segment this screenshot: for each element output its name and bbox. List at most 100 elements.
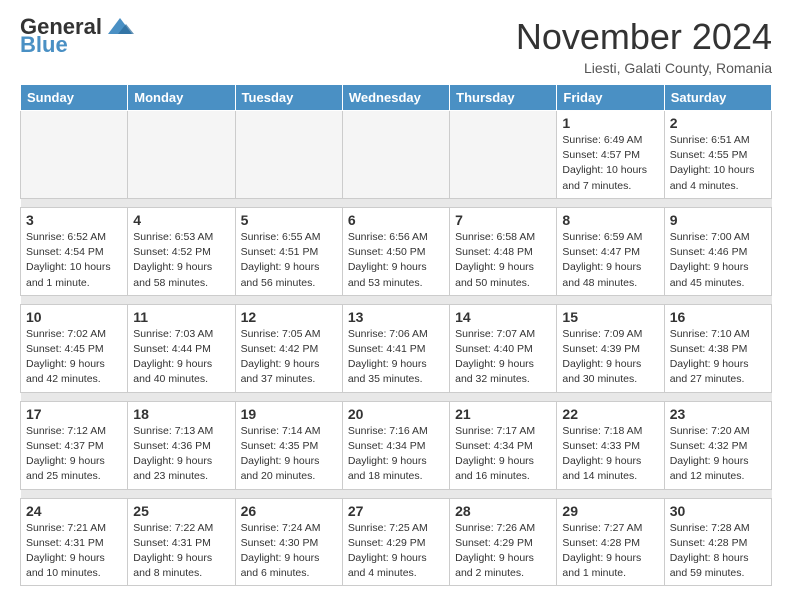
day-number: 4 bbox=[133, 212, 229, 228]
table-row: 21Sunrise: 7:17 AMSunset: 4:34 PMDayligh… bbox=[450, 401, 557, 489]
col-saturday: Saturday bbox=[664, 85, 771, 111]
table-row: 5 Sunrise: 6:55 AMSunset: 4:51 PMDaylight… bbox=[235, 207, 342, 295]
day-info: Sunrise: 7:27 AMSunset: 4:28 PMDaylight:… bbox=[562, 521, 658, 582]
day-info: Sunrise: 6:49 AMSunset: 4:57 PMDaylight:… bbox=[562, 133, 658, 194]
day-info: Sunrise: 7:18 AMSunset: 4:33 PMDaylight:… bbox=[562, 424, 658, 485]
title-block: November 2024 Liesti, Galati County, Rom… bbox=[516, 16, 772, 76]
day-info: Sunrise: 7:24 AMSunset: 4:30 PMDaylight:… bbox=[241, 521, 337, 582]
table-row bbox=[342, 111, 449, 199]
day-info: Sunrise: 7:09 AMSunset: 4:39 PMDaylight:… bbox=[562, 327, 658, 388]
logo-blue-text: Blue bbox=[20, 34, 68, 56]
day-info: Sunrise: 7:17 AMSunset: 4:34 PMDaylight:… bbox=[455, 424, 551, 485]
day-info: Sunrise: 6:53 AMSunset: 4:52 PMDaylight:… bbox=[133, 230, 229, 291]
day-info: Sunrise: 6:55 AMSunset: 4:51 PMDaylight:… bbox=[241, 230, 337, 291]
row-spacer bbox=[21, 295, 772, 304]
calendar-header-row: Sunday Monday Tuesday Wednesday Thursday… bbox=[21, 85, 772, 111]
day-number: 10 bbox=[26, 309, 122, 325]
day-number: 22 bbox=[562, 406, 658, 422]
month-title: November 2024 bbox=[516, 16, 772, 58]
table-row: 8Sunrise: 6:59 AMSunset: 4:47 PMDaylight… bbox=[557, 207, 664, 295]
day-number: 19 bbox=[241, 406, 337, 422]
table-row bbox=[235, 111, 342, 199]
table-row: 20 Sunrise: 7:16 AMSunset: 4:34 PMDayligh… bbox=[342, 401, 449, 489]
table-row: 19 Sunrise: 7:14 AMSunset: 4:35 PMDayligh… bbox=[235, 401, 342, 489]
row-spacer bbox=[21, 392, 772, 401]
day-info: Sunrise: 7:10 AMSunset: 4:38 PMDaylight:… bbox=[670, 327, 766, 388]
day-info: Sunrise: 7:26 AMSunset: 4:29 PMDaylight:… bbox=[455, 521, 551, 582]
table-row bbox=[21, 111, 128, 199]
col-wednesday: Wednesday bbox=[342, 85, 449, 111]
day-info: Sunrise: 7:14 AMSunset: 4:35 PMDaylight:… bbox=[241, 424, 337, 485]
day-number: 29 bbox=[562, 503, 658, 519]
day-number: 5 bbox=[241, 212, 337, 228]
table-row: 27 Sunrise: 7:25 AMSunset: 4:29 PMDayligh… bbox=[342, 498, 449, 586]
table-row: 17 Sunrise: 7:12 AMSunset: 4:37 PMDayligh… bbox=[21, 401, 128, 489]
day-number: 27 bbox=[348, 503, 444, 519]
day-info: Sunrise: 7:25 AMSunset: 4:29 PMDaylight:… bbox=[348, 521, 444, 582]
table-row: 15 Sunrise: 7:09 AMSunset: 4:39 PMDayligh… bbox=[557, 304, 664, 392]
table-row: 9Sunrise: 7:00 AMSunset: 4:46 PMDaylight… bbox=[664, 207, 771, 295]
day-number: 23 bbox=[670, 406, 766, 422]
table-row: 11Sunrise: 7:03 AMSunset: 4:44 PMDayligh… bbox=[128, 304, 235, 392]
day-number: 8 bbox=[562, 212, 658, 228]
day-info: Sunrise: 7:12 AMSunset: 4:37 PMDaylight:… bbox=[26, 424, 122, 485]
logo-icon bbox=[106, 16, 134, 38]
day-number: 12 bbox=[241, 309, 337, 325]
table-row: 25Sunrise: 7:22 AMSunset: 4:31 PMDayligh… bbox=[128, 498, 235, 586]
day-info: Sunrise: 7:13 AMSunset: 4:36 PMDaylight:… bbox=[133, 424, 229, 485]
day-info: Sunrise: 7:02 AMSunset: 4:45 PMDaylight:… bbox=[26, 327, 122, 388]
day-number: 30 bbox=[670, 503, 766, 519]
table-row: 16 Sunrise: 7:10 AMSunset: 4:38 PMDayligh… bbox=[664, 304, 771, 392]
table-row: 3 Sunrise: 6:52 AMSunset: 4:54 PMDaylight… bbox=[21, 207, 128, 295]
day-number: 9 bbox=[670, 212, 766, 228]
day-info: Sunrise: 7:06 AMSunset: 4:41 PMDaylight:… bbox=[348, 327, 444, 388]
table-row: 24 Sunrise: 7:21 AMSunset: 4:31 PMDayligh… bbox=[21, 498, 128, 586]
day-number: 7 bbox=[455, 212, 551, 228]
day-number: 3 bbox=[26, 212, 122, 228]
day-number: 6 bbox=[348, 212, 444, 228]
day-number: 28 bbox=[455, 503, 551, 519]
day-number: 16 bbox=[670, 309, 766, 325]
table-row: 26 Sunrise: 7:24 AMSunset: 4:30 PMDayligh… bbox=[235, 498, 342, 586]
page-container: General Blue November 2024 Liesti, Galat… bbox=[0, 0, 792, 602]
col-tuesday: Tuesday bbox=[235, 85, 342, 111]
day-info: Sunrise: 7:28 AMSunset: 4:28 PMDaylight:… bbox=[670, 521, 766, 582]
table-row: 12 Sunrise: 7:05 AMSunset: 4:42 PMDayligh… bbox=[235, 304, 342, 392]
table-row bbox=[450, 111, 557, 199]
day-info: Sunrise: 7:22 AMSunset: 4:31 PMDaylight:… bbox=[133, 521, 229, 582]
day-info: Sunrise: 7:21 AMSunset: 4:31 PMDaylight:… bbox=[26, 521, 122, 582]
location: Liesti, Galati County, Romania bbox=[516, 60, 772, 76]
day-number: 17 bbox=[26, 406, 122, 422]
day-info: Sunrise: 7:16 AMSunset: 4:34 PMDaylight:… bbox=[348, 424, 444, 485]
table-row: 23 Sunrise: 7:20 AMSunset: 4:32 PMDayligh… bbox=[664, 401, 771, 489]
table-row: 30 Sunrise: 7:28 AMSunset: 4:28 PMDayligh… bbox=[664, 498, 771, 586]
row-spacer bbox=[21, 198, 772, 207]
calendar: Sunday Monday Tuesday Wednesday Thursday… bbox=[20, 84, 772, 586]
table-row: 7 Sunrise: 6:58 AMSunset: 4:48 PMDaylight… bbox=[450, 207, 557, 295]
header: General Blue November 2024 Liesti, Galat… bbox=[20, 16, 772, 76]
table-row: 4 Sunrise: 6:53 AMSunset: 4:52 PMDaylight… bbox=[128, 207, 235, 295]
day-info: Sunrise: 6:56 AMSunset: 4:50 PMDaylight:… bbox=[348, 230, 444, 291]
table-row: 18 Sunrise: 7:13 AMSunset: 4:36 PMDayligh… bbox=[128, 401, 235, 489]
day-number: 14 bbox=[455, 309, 551, 325]
day-info: Sunrise: 7:05 AMSunset: 4:42 PMDaylight:… bbox=[241, 327, 337, 388]
table-row: 6 Sunrise: 6:56 AMSunset: 4:50 PMDaylight… bbox=[342, 207, 449, 295]
col-monday: Monday bbox=[128, 85, 235, 111]
day-number: 18 bbox=[133, 406, 229, 422]
day-info: Sunrise: 6:52 AMSunset: 4:54 PMDaylight:… bbox=[26, 230, 122, 291]
col-thursday: Thursday bbox=[450, 85, 557, 111]
table-row: 2 Sunrise: 6:51 AMSunset: 4:55 PMDaylight… bbox=[664, 111, 771, 199]
day-info: Sunrise: 7:20 AMSunset: 4:32 PMDaylight:… bbox=[670, 424, 766, 485]
table-row: 1 Sunrise: 6:49 AMSunset: 4:57 PMDaylight… bbox=[557, 111, 664, 199]
day-info: Sunrise: 6:51 AMSunset: 4:55 PMDaylight:… bbox=[670, 133, 766, 194]
day-number: 2 bbox=[670, 115, 766, 131]
day-number: 20 bbox=[348, 406, 444, 422]
table-row: 13 Sunrise: 7:06 AMSunset: 4:41 PMDayligh… bbox=[342, 304, 449, 392]
day-number: 26 bbox=[241, 503, 337, 519]
day-number: 13 bbox=[348, 309, 444, 325]
day-number: 15 bbox=[562, 309, 658, 325]
day-info: Sunrise: 6:58 AMSunset: 4:48 PMDaylight:… bbox=[455, 230, 551, 291]
day-number: 24 bbox=[26, 503, 122, 519]
day-number: 1 bbox=[562, 115, 658, 131]
table-row: 28 Sunrise: 7:26 AMSunset: 4:29 PMDayligh… bbox=[450, 498, 557, 586]
